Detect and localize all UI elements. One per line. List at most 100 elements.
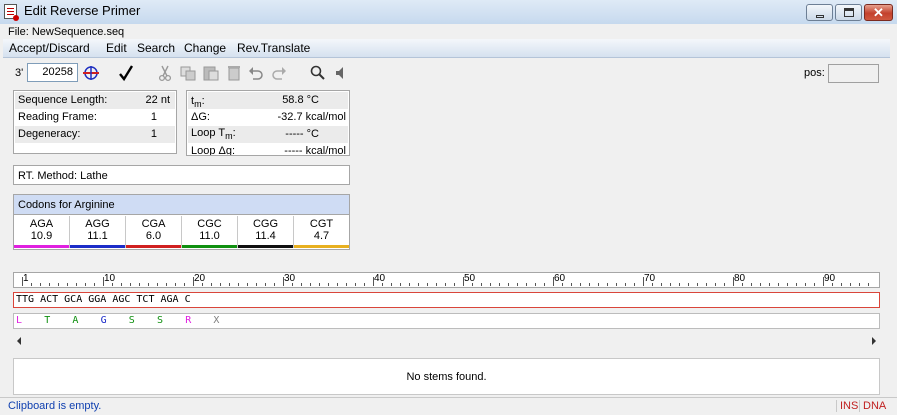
insert-mode-indicator: INS [836, 400, 858, 412]
codon-cell[interactable]: CGA 6.0 [126, 216, 182, 248]
ruler-tick [508, 283, 509, 286]
ruler-label: 20 [194, 273, 206, 284]
ruler-tick [31, 283, 32, 286]
codon-cell[interactable]: AGA 10.9 [14, 216, 70, 248]
maximize-icon [844, 8, 854, 17]
loop-tm-label: Loop Tm: [191, 127, 236, 142]
status-message: Clipboard is empty. [8, 400, 102, 412]
ruler-tick [418, 283, 419, 286]
translation-row: LTAGSSRX [13, 313, 880, 329]
codon-usage: 11.1 [87, 230, 108, 242]
amino-acid-letter: T [44, 315, 51, 326]
delta-g-label: ΔG: [191, 111, 210, 123]
degeneracy-value: 1 [150, 128, 157, 140]
scroll-left-icon[interactable] [17, 337, 21, 345]
menu-rev-translate[interactable]: Rev.Translate [237, 41, 310, 55]
ruler-tick [535, 283, 536, 286]
row-band [188, 92, 348, 109]
ruler-tick [346, 283, 347, 286]
thermo-panel: tm: 58.8 °C ΔG: -32.7 kcal/mol Loop Tm: … [186, 90, 350, 156]
ruler-tick [247, 283, 248, 286]
ruler-tick [310, 283, 311, 286]
menu-accept-discard[interactable]: Accept/Discard [9, 41, 90, 55]
ruler-tick [706, 283, 707, 286]
ruler-tick [580, 283, 581, 286]
codon-cell[interactable]: CGG 11.4 [238, 216, 294, 248]
codon-usage: 10.9 [30, 230, 53, 242]
amino-acid-letter: G [100, 315, 107, 326]
ruler-tick [184, 283, 185, 286]
pos-field[interactable] [828, 64, 879, 83]
codon-name: AGA [29, 218, 54, 230]
window-title: Edit Reverse Primer [24, 3, 141, 18]
ruler-tick [301, 283, 302, 286]
search-icon[interactable] [309, 64, 327, 82]
ruler-tick [94, 283, 95, 286]
horizontal-scrollbar[interactable] [13, 334, 880, 349]
minimize-icon [816, 15, 824, 18]
codon-usage: 11.0 [199, 230, 220, 242]
rt-method-field[interactable]: RT. Method: Lathe [13, 165, 350, 185]
minimize-button[interactable] [806, 4, 833, 21]
ruler-tick [814, 283, 815, 286]
ruler-tick [715, 283, 716, 286]
ruler-tick [67, 283, 68, 286]
ruler-label: 90 [824, 273, 836, 284]
sequence-editor[interactable]: TTG ACT GCA GGA AGC TCT AGA C [13, 292, 880, 308]
ruler-tick [337, 283, 338, 286]
sequence-type-indicator: DNA [859, 400, 886, 412]
ruler-tick [868, 283, 869, 286]
position-input[interactable]: 20258 [27, 63, 78, 82]
primer-icon[interactable] [82, 64, 100, 82]
sequence-length-value: 22 nt [145, 94, 170, 106]
codon-cell[interactable]: CGT 4.7 [294, 216, 349, 248]
ruler-tick [634, 283, 635, 286]
cut-icon[interactable] [156, 64, 174, 82]
sequence-length-label: Sequence Length: [18, 94, 108, 106]
amino-acid-letter: L [16, 315, 23, 326]
ruler-tick [859, 283, 860, 286]
ruler-tick [499, 283, 500, 286]
ruler-label: 70 [644, 273, 656, 284]
menu-search[interactable]: Search [137, 41, 175, 55]
codon-cell[interactable]: CGC 11.0 [182, 216, 238, 248]
ruler-tick [481, 283, 482, 286]
speaker-icon[interactable] [332, 64, 350, 82]
ruler-tick [49, 283, 50, 286]
ruler-tick [454, 283, 455, 286]
codon-usage: 4.7 [313, 230, 330, 242]
ruler-tick [544, 283, 545, 286]
codon-name: CGA [141, 218, 166, 230]
ruler-tick [688, 283, 689, 286]
undo-icon[interactable] [247, 64, 265, 82]
maximize-button[interactable] [835, 4, 862, 21]
scroll-right-icon[interactable] [872, 337, 876, 345]
codon-cell[interactable]: AGG 11.1 [70, 216, 126, 248]
copy-icon[interactable] [179, 64, 197, 82]
amino-acid-letter: R [185, 315, 192, 326]
redo-icon[interactable] [270, 64, 288, 82]
title-bar: Edit Reverse Primer ✕ [0, 0, 897, 24]
ruler-label: 60 [554, 273, 566, 284]
paste-icon[interactable] [202, 64, 220, 82]
ruler-tick [805, 283, 806, 286]
ruler-tick [319, 283, 320, 286]
menu-change[interactable]: Change [184, 41, 226, 55]
app-icon[interactable] [4, 4, 19, 21]
ruler-label: 1 [23, 273, 29, 284]
ruler-label: 80 [734, 273, 746, 284]
ruler-tick [175, 283, 176, 286]
delta-g-value: -32.7 kcal/mol [277, 111, 346, 123]
ruler-tick [724, 283, 725, 286]
ruler-tick [166, 283, 167, 286]
checkmark-icon[interactable] [117, 64, 135, 82]
close-button[interactable]: ✕ [864, 4, 893, 21]
delete-icon[interactable] [225, 64, 243, 82]
ruler-tick [427, 283, 428, 286]
ruler-tick [265, 283, 266, 286]
ruler-tick [121, 283, 122, 286]
tm-label: tm: [191, 95, 205, 110]
loop-tm-value: ----- °C [285, 128, 319, 140]
menu-edit[interactable]: Edit [106, 41, 127, 55]
menu-bar: Accept/Discard Edit Search Change Rev.Tr… [3, 39, 890, 58]
